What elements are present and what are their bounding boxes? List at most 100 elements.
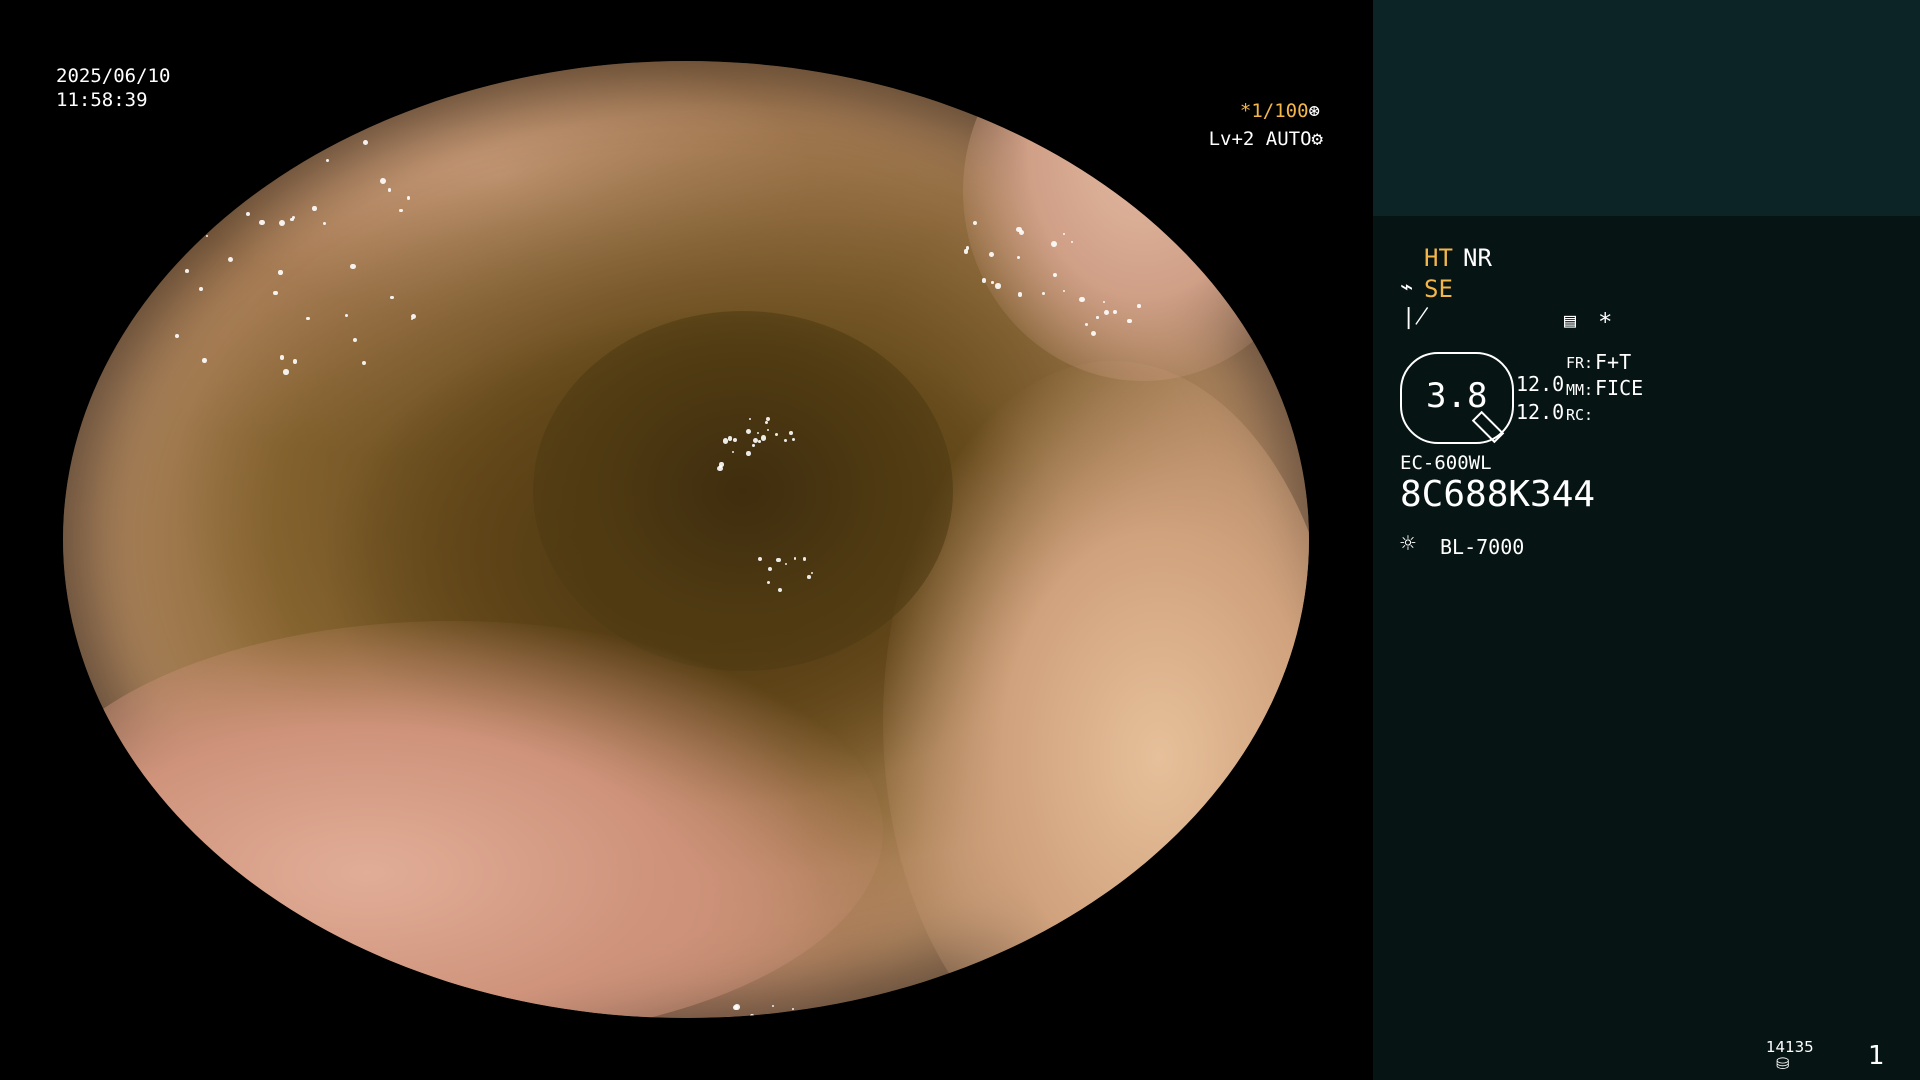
specular-highlight [972,220,977,225]
specular-highlight [278,219,285,226]
specular-highlight [761,435,767,441]
specular-highlight [1112,309,1118,315]
specular-highlight [345,314,349,318]
specular-highlight [732,437,737,442]
mucosal-fold [63,621,883,1018]
specular-highlight [259,219,265,226]
specular-highlight [758,556,763,561]
specular-highlight [387,188,391,192]
star-mark: * [1598,308,1613,336]
specular-highlight [361,360,367,365]
brightness-level: Lv+2 AUTO⚙ [1193,127,1323,151]
specular-highlight [283,369,289,375]
specular-highlight [290,217,294,222]
specular-highlight [353,338,358,343]
specular-highlight [782,1012,787,1017]
specular-highlight [991,281,994,284]
specular-highlight [292,359,298,364]
specular-highlight [1052,272,1057,277]
specular-highlight [185,268,190,273]
specular-highlight [807,575,812,579]
mm-value: FICE [1595,376,1644,400]
specular-highlight [1090,330,1097,336]
specular-highlight [201,358,207,363]
lumen [533,311,953,671]
specular-highlight [752,437,758,443]
shutter-value: *1/100 [1239,100,1309,122]
specular-highlight [199,287,203,291]
info-panel [1373,216,1920,1080]
mm-label: MM: [1566,381,1594,399]
specular-highlight [322,221,327,226]
specular-highlight [757,440,761,443]
gear-icon: ⚙ [1311,128,1323,150]
specular-highlight [768,566,773,571]
specular-highlight [399,208,403,213]
datetime: 2025/06/10 11:58:39 [56,64,170,112]
specular-highlight [765,420,769,424]
specular-highlight [745,428,751,435]
specular-highlight [279,355,285,361]
specular-highlight [306,316,310,321]
slash-icon: ∤ [1402,305,1429,330]
specular-highlight [745,451,751,456]
sun-icon: ☼ [1400,529,1416,559]
specular-highlight [245,211,251,217]
specular-highlight [379,178,386,185]
specular-highlight [228,256,234,262]
specular-highlight [810,571,813,574]
specular-highlight [963,249,969,254]
se-label: SE [1424,275,1453,303]
specular-highlight [406,196,411,201]
time: 11:58:39 [56,89,148,111]
settings-icon: ▤ [1564,308,1577,332]
specular-highlight [278,270,283,275]
specular-highlight [988,252,994,257]
storage-count: 14135 [1766,1038,1814,1056]
value-2: 12.0 [1516,400,1565,424]
shutter-speed: *1/100⊛ [1190,99,1320,123]
specular-highlight [995,283,1001,289]
specular-highlight [1017,292,1023,297]
info-panel-header [1373,0,1920,216]
specular-highlight [728,436,733,441]
nr-label: NR [1463,244,1492,272]
page-number: 1 [1868,1041,1885,1071]
wave-icon: ⌁ [1400,275,1414,300]
fr-label: FR: [1566,354,1594,372]
date: 2025/06/10 [56,65,171,87]
specular-highlight [1084,322,1088,326]
endoscopic-image [63,61,1309,1018]
specular-highlight [192,218,196,222]
rc-label: RC: [1566,406,1594,424]
specular-highlight [734,1004,740,1010]
specular-highlight [1137,304,1141,308]
specular-highlight [799,1017,804,1018]
specular-highlight [752,444,755,447]
specular-highlight [272,290,278,296]
specular-highlight [326,158,330,162]
specular-highlight [802,557,807,561]
specular-highlight [410,317,414,321]
ring-value: 3.8 [1426,376,1488,416]
specular-highlight [1096,316,1099,319]
ht-label: HT [1424,244,1453,272]
scope-model: EC-600WL [1400,452,1492,474]
fr-value: F+T [1595,350,1632,374]
specular-highlight [791,437,795,441]
specular-highlight [303,146,306,150]
disk-icon: ⛁ [1776,1054,1790,1073]
specular-highlight [390,295,395,300]
specular-highlight [1079,296,1085,303]
specular-highlight [792,1007,795,1011]
specular-highlight [205,234,208,237]
aperture-icon: ⊛ [1308,100,1320,122]
level-value: Lv+2 AUTO [1208,128,1312,150]
scope-serial: 8C688K344 [1400,474,1596,515]
specular-highlight [771,1004,775,1007]
specular-highlight [749,1014,755,1018]
specular-highlight [363,140,369,145]
value-1: 12.0 [1516,372,1565,396]
specular-highlight [175,334,179,338]
specular-highlight [312,206,317,211]
